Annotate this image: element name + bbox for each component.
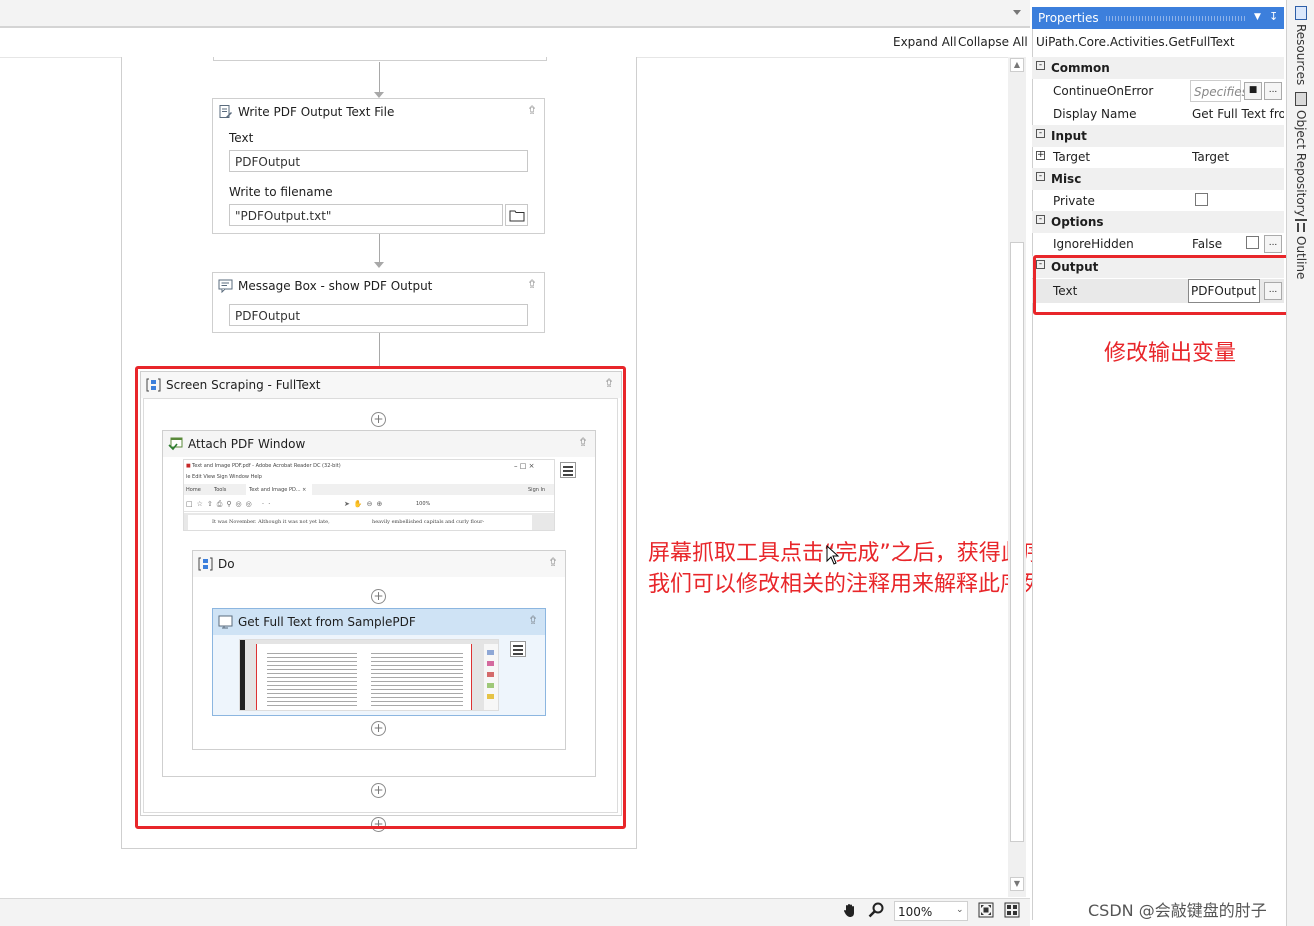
- rail-tab-resources[interactable]: Resources: [1294, 24, 1308, 85]
- tab-dropdown-icon[interactable]: [1013, 10, 1021, 15]
- annotation-output-note: 修改输出变量: [1104, 341, 1237, 366]
- prop-continue-on-error[interactable]: ContinueOnError Specifies ■ ...: [1032, 80, 1284, 102]
- zoom-value: 100%: [898, 905, 933, 919]
- prop-value[interactable]: Specifies: [1194, 85, 1248, 99]
- ellipsis-button[interactable]: ...: [1264, 82, 1282, 100]
- private-checkbox[interactable]: [1195, 193, 1208, 206]
- rail-tab-object-repository[interactable]: Object Repository: [1294, 110, 1308, 217]
- collapse-category-icon[interactable]: -: [1036, 129, 1045, 138]
- activity-title: Write PDF Output Text File: [238, 105, 395, 119]
- category-misc[interactable]: - Misc: [1032, 168, 1284, 190]
- zoom-search-icon[interactable]: [868, 902, 884, 918]
- browse-folder-button[interactable]: [505, 204, 528, 226]
- fit-to-screen-icon[interactable]: [978, 902, 994, 918]
- literal-toggle-icon[interactable]: ■: [1244, 82, 1262, 100]
- activity-header: Write PDF Output Text File ⮸: [213, 99, 544, 125]
- category-label: Options: [1051, 215, 1104, 229]
- ignore-hidden-checkbox[interactable]: [1246, 236, 1259, 249]
- filename-input[interactable]: "PDFOutput.txt": [229, 204, 503, 226]
- prop-name: Target: [1053, 150, 1091, 164]
- scroll-up-icon[interactable]: ▲: [1010, 58, 1024, 72]
- side-rail: Resources Object Repository Outline: [1286, 0, 1314, 926]
- prop-name: IgnoreHidden: [1053, 237, 1134, 251]
- outline-icon: [1295, 218, 1307, 232]
- collapse-category-icon[interactable]: -: [1036, 215, 1045, 224]
- category-label: Input: [1051, 129, 1087, 143]
- collapse-icon[interactable]: ⮸: [526, 279, 538, 291]
- expand-icon[interactable]: +: [1036, 151, 1045, 160]
- category-options[interactable]: - Options: [1032, 211, 1284, 233]
- folder-icon: [509, 210, 525, 222]
- expand-all-link[interactable]: Expand All: [893, 35, 957, 49]
- prop-name: ContinueOnError: [1053, 84, 1154, 98]
- chevron-down-icon: ⌄: [956, 905, 964, 915]
- prop-name: Display Name: [1053, 107, 1137, 121]
- csdn-watermark: CSDN @会敲键盘的肘子: [1088, 901, 1267, 920]
- write-pdf-output-activity[interactable]: Write PDF Output Text File ⮸ Text PDFOut…: [212, 98, 545, 234]
- category-label: Common: [1051, 61, 1110, 75]
- designer-toolbar: Expand All Collapse All: [0, 30, 1030, 56]
- collapse-all-link[interactable]: Collapse All: [958, 35, 1028, 49]
- write-file-icon: [219, 105, 232, 118]
- mouse-cursor-icon: [826, 545, 840, 565]
- prop-display-name[interactable]: Display Name Get Full Text from: [1032, 103, 1284, 125]
- overview-map-icon[interactable]: [1004, 902, 1020, 918]
- header-grip: [1106, 16, 1246, 21]
- connector-line: [379, 62, 380, 94]
- ellipsis-button[interactable]: ...: [1264, 235, 1282, 253]
- previous-activity-bottom: [213, 57, 547, 61]
- prop-value[interactable]: Get Full Text from: [1192, 107, 1284, 121]
- category-input[interactable]: - Input: [1032, 125, 1284, 147]
- text-input[interactable]: PDFOutput: [229, 150, 528, 172]
- message-input[interactable]: PDFOutput: [229, 304, 528, 326]
- scrollbar-thumb[interactable]: [1010, 242, 1024, 842]
- connector-line: [379, 234, 380, 264]
- object-repository-icon: [1295, 92, 1307, 106]
- message-box-icon: [218, 279, 233, 293]
- studio-window: Expand All Collapse All Write PDF Output…: [0, 0, 1314, 926]
- prop-value[interactable]: Target: [1192, 150, 1284, 164]
- collapse-category-icon[interactable]: -: [1036, 61, 1045, 70]
- zoom-select[interactable]: 100% ⌄: [894, 901, 968, 921]
- resources-icon: [1295, 6, 1307, 20]
- collapse-category-icon[interactable]: -: [1036, 172, 1045, 181]
- pin-icon[interactable]: ↧: [1269, 10, 1278, 23]
- rail-tab-outline[interactable]: Outline: [1294, 236, 1308, 279]
- text-label: Text: [229, 131, 254, 145]
- properties-title: Properties: [1038, 11, 1099, 25]
- connector-arrow: [374, 262, 384, 268]
- properties-header: Properties ▼ ↧: [1032, 7, 1284, 29]
- scroll-down-icon[interactable]: ▼: [1010, 877, 1024, 891]
- prop-target[interactable]: + Target Target: [1032, 146, 1284, 168]
- panel-dropdown-icon[interactable]: ▼: [1254, 12, 1261, 22]
- collapse-icon[interactable]: ⮸: [526, 105, 538, 117]
- annotation-highlight-sequence: [135, 366, 626, 829]
- prop-name: Private: [1053, 194, 1095, 208]
- document-tab-strip: [0, 0, 1030, 28]
- prop-ignore-hidden[interactable]: IgnoreHidden False ...: [1032, 233, 1284, 255]
- prop-private[interactable]: Private: [1032, 190, 1284, 212]
- category-label: Misc: [1051, 172, 1082, 186]
- activity-title: Message Box - show PDF Output: [238, 279, 433, 293]
- designer-status-bar: 100% ⌄: [0, 898, 1030, 926]
- activity-type-name: UiPath.Core.Activities.GetFullText: [1036, 35, 1235, 49]
- annotation-highlight-output: [1033, 255, 1295, 315]
- filename-label: Write to filename: [229, 185, 333, 199]
- category-common[interactable]: - Common: [1032, 57, 1284, 79]
- connector-line: [379, 333, 380, 369]
- message-box-activity[interactable]: Message Box - show PDF Output ⮸ PDFOutpu…: [212, 272, 545, 333]
- activity-header: Message Box - show PDF Output ⮸: [213, 273, 544, 299]
- pan-hand-icon[interactable]: [842, 902, 858, 918]
